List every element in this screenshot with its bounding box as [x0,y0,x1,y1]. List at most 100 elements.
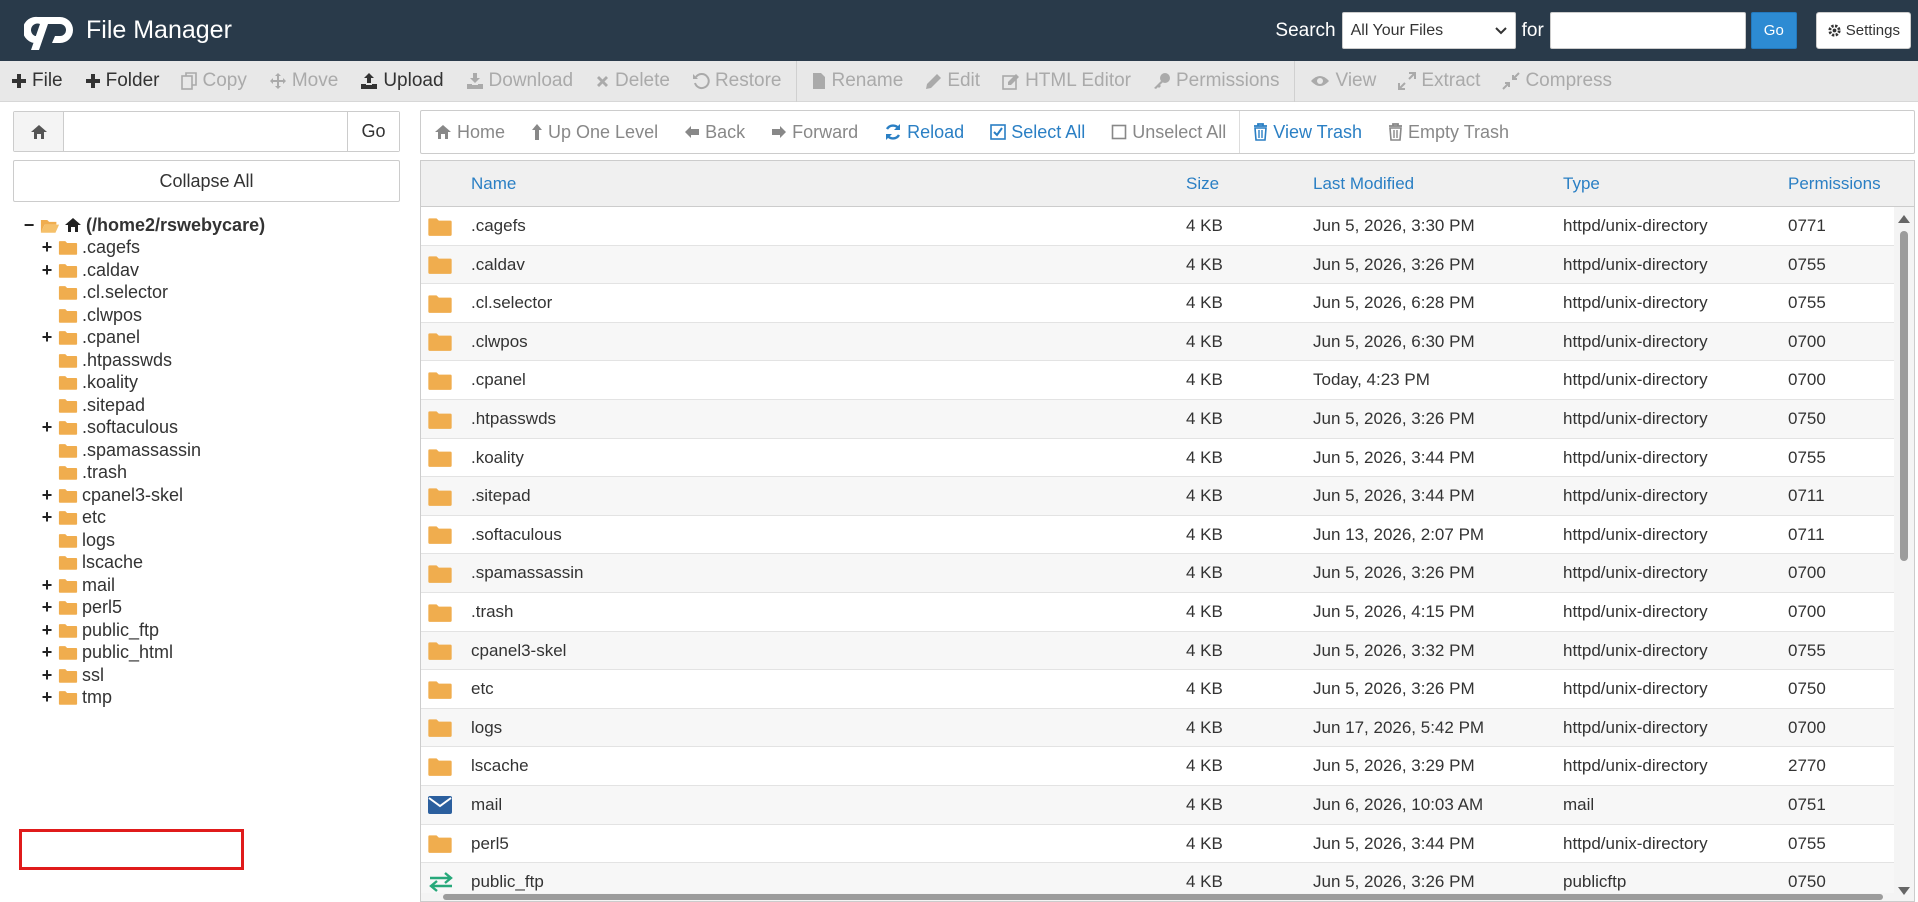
nav-forward-button[interactable]: Forward [758,111,871,153]
cell-name[interactable]: cpanel3-skel [471,632,566,670]
table-row[interactable]: mail 4 KB Jun 6, 2026, 10:03 AM mail 0751 [421,786,1896,825]
table-row[interactable]: .trash 4 KB Jun 5, 2026, 4:15 PM httpd/unix… [421,593,1896,632]
toolbar-rename-button[interactable]: Rename [801,61,914,102]
table-row[interactable]: .cagefs 4 KB Jun 5, 2026, 3:30 PM httpd/uni… [421,207,1896,246]
expand-icon[interactable]: + [40,597,54,618]
expand-icon[interactable]: + [40,237,54,258]
expand-icon[interactable]: + [40,575,54,596]
cell-name[interactable]: .sitepad [471,477,531,515]
toolbar-edit-button[interactable]: Edit [914,61,991,102]
cell-type: httpd/unix-directory [1563,370,1708,390]
folder-open-icon [40,217,60,234]
table-row[interactable]: lscache 4 KB Jun 5, 2026, 3:29 PM httpd/uni… [421,747,1896,786]
table-row[interactable]: .clwpos 4 KB Jun 5, 2026, 6:30 PM httpd/uni… [421,322,1896,362]
table-row[interactable]: cpanel3-skel 4 KB Jun 5, 2026, 3:32 PM http… [421,631,1896,671]
table-row[interactable]: .spamassassin 4 KB Jun 5, 2026, 3:26 PM htt… [421,554,1896,593]
expand-icon[interactable]: + [40,665,54,686]
column-name-header[interactable]: Name [471,161,516,207]
search-input[interactable] [1549,12,1746,49]
cell-type: httpd/unix-directory [1563,717,1708,737]
table-row[interactable]: .sitepad 4 KB Jun 5, 2026, 3:44 PM httpd/un… [421,477,1896,516]
cell-type: httpd/unix-directory [1563,640,1708,660]
table-row[interactable]: .koality 4 KB Jun 5, 2026, 3:44 PM httpd/un… [421,439,1896,478]
toolbar-delete-button[interactable]: Delete [584,61,681,102]
expand-icon[interactable]: + [40,642,54,663]
horizontal-scrollbar[interactable] [421,893,1896,901]
column-last-modified-header[interactable]: Last Modified [1313,161,1414,207]
expand-icon[interactable]: + [40,417,54,438]
expand-icon[interactable]: + [40,260,54,281]
toolbar-permissions-button[interactable]: Permissions [1142,61,1290,102]
nav-home-button[interactable]: Home [421,111,518,153]
expand-icon[interactable]: + [40,485,54,506]
scroll-up-arrow-icon[interactable] [1898,215,1910,223]
cell-name[interactable]: .cl.selector [471,284,552,322]
collapse-icon[interactable]: − [22,215,36,236]
cell-name[interactable]: .koality [471,439,524,477]
table-row[interactable]: .softaculous 4 KB Jun 13, 2026, 2:07 PM htt… [421,516,1896,555]
scroll-down-arrow-icon[interactable] [1898,887,1910,895]
toolbar-view-button[interactable]: View [1299,61,1387,102]
cell-name[interactable]: mail [471,786,502,824]
table-row[interactable]: .cl.selector 4 KB Jun 5, 2026, 6:28 PM http… [421,284,1896,323]
toolbar-upload-button[interactable]: Upload [349,61,454,102]
expand-icon[interactable]: + [40,687,54,708]
cell-name[interactable]: .spamassassin [471,554,583,592]
column-permissions-header[interactable]: Permissions [1788,161,1881,207]
collapse-all-button[interactable]: Collapse All [13,160,400,202]
nav-back-button[interactable]: Back [671,111,758,153]
cell-name[interactable]: lscache [471,747,529,785]
path-go-button[interactable]: Go [347,112,399,151]
path-home-button[interactable] [14,112,64,151]
horizontal-scroll-thumb[interactable] [443,894,1883,900]
toolbar-html-editor-button[interactable]: HTML Editor [991,61,1142,102]
cell-name[interactable]: .cagefs [471,207,526,245]
cell-name[interactable]: .cpanel [471,361,526,399]
settings-button[interactable]: Settings [1815,12,1911,49]
table-row[interactable]: logs 4 KB Jun 17, 2026, 5:42 PM httpd/unix-… [421,708,1896,748]
expand-icon[interactable]: + [40,507,54,528]
cell-name[interactable]: .htpasswds [471,400,556,438]
cell-name[interactable]: .softaculous [471,516,562,554]
directory-tree-panel: Go Collapse All − (/home2/rswebycare) + .ca… [0,102,410,902]
toolbar-folder-button[interactable]: Folder [74,61,171,102]
nav-select-all-button[interactable]: Select All [977,111,1098,153]
path-input[interactable] [64,112,347,151]
toolbar-copy-button[interactable]: Copy [170,61,257,102]
table-row[interactable]: .caldav 4 KB Jun 5, 2026, 3:26 PM httpd/uni… [421,245,1896,285]
cell-size: 4 KB [1186,602,1223,621]
expand-icon[interactable]: + [40,327,54,348]
tree-item-tmp[interactable]: + tmp [40,685,112,711]
nav-up-one-level-button[interactable]: Up One Level [518,111,671,153]
toolbar-extract-button[interactable]: Extract [1387,61,1491,102]
toolbar-download-button[interactable]: Download [455,61,585,102]
toolbar-move-button[interactable]: Move [258,61,349,102]
nav-view-trash-button[interactable]: View Trash [1240,111,1375,153]
cpanel-logo[interactable]: File Manager [24,11,232,51]
expand-icon[interactable]: + [40,620,54,641]
table-row[interactable]: perl5 4 KB Jun 5, 2026, 3:44 PM httpd/unix-… [421,825,1896,864]
search-scope-select[interactable]: All Your Files [1341,12,1516,49]
table-row[interactable]: etc 4 KB Jun 5, 2026, 3:26 PM httpd/unix-di… [421,670,1896,709]
cell-name[interactable]: logs [471,709,502,747]
toolbar-restore-button[interactable]: Restore [681,61,793,102]
nav-unselect-all-button[interactable]: Unselect All [1098,111,1239,153]
toolbar-item-label: Rename [831,70,904,91]
table-row[interactable]: .cpanel 4 KB Today, 4:23 PM httpd/unix-dire… [421,361,1896,400]
column-size-header[interactable]: Size [1186,161,1219,207]
nav-reload-button[interactable]: Reload [871,111,977,153]
vertical-scroll-thumb[interactable] [1900,231,1908,561]
search-go-button[interactable]: Go [1750,12,1797,49]
cell-name[interactable]: perl5 [471,825,509,863]
cell-name[interactable]: .clwpos [471,323,528,361]
table-row[interactable]: .htpasswds 4 KB Jun 5, 2026, 3:26 PM httpd/… [421,400,1896,439]
toolbar-item-label: Permissions [1176,70,1280,91]
nav-empty-trash-button[interactable]: Empty Trash [1375,111,1522,153]
vertical-scrollbar[interactable] [1894,207,1914,901]
column-type-header[interactable]: Type [1563,161,1600,207]
toolbar-file-button[interactable]: File [0,61,74,102]
cell-name[interactable]: .trash [471,593,514,631]
toolbar-compress-button[interactable]: Compress [1491,61,1623,102]
cell-name[interactable]: .caldav [471,246,525,284]
cell-name[interactable]: etc [471,670,494,708]
